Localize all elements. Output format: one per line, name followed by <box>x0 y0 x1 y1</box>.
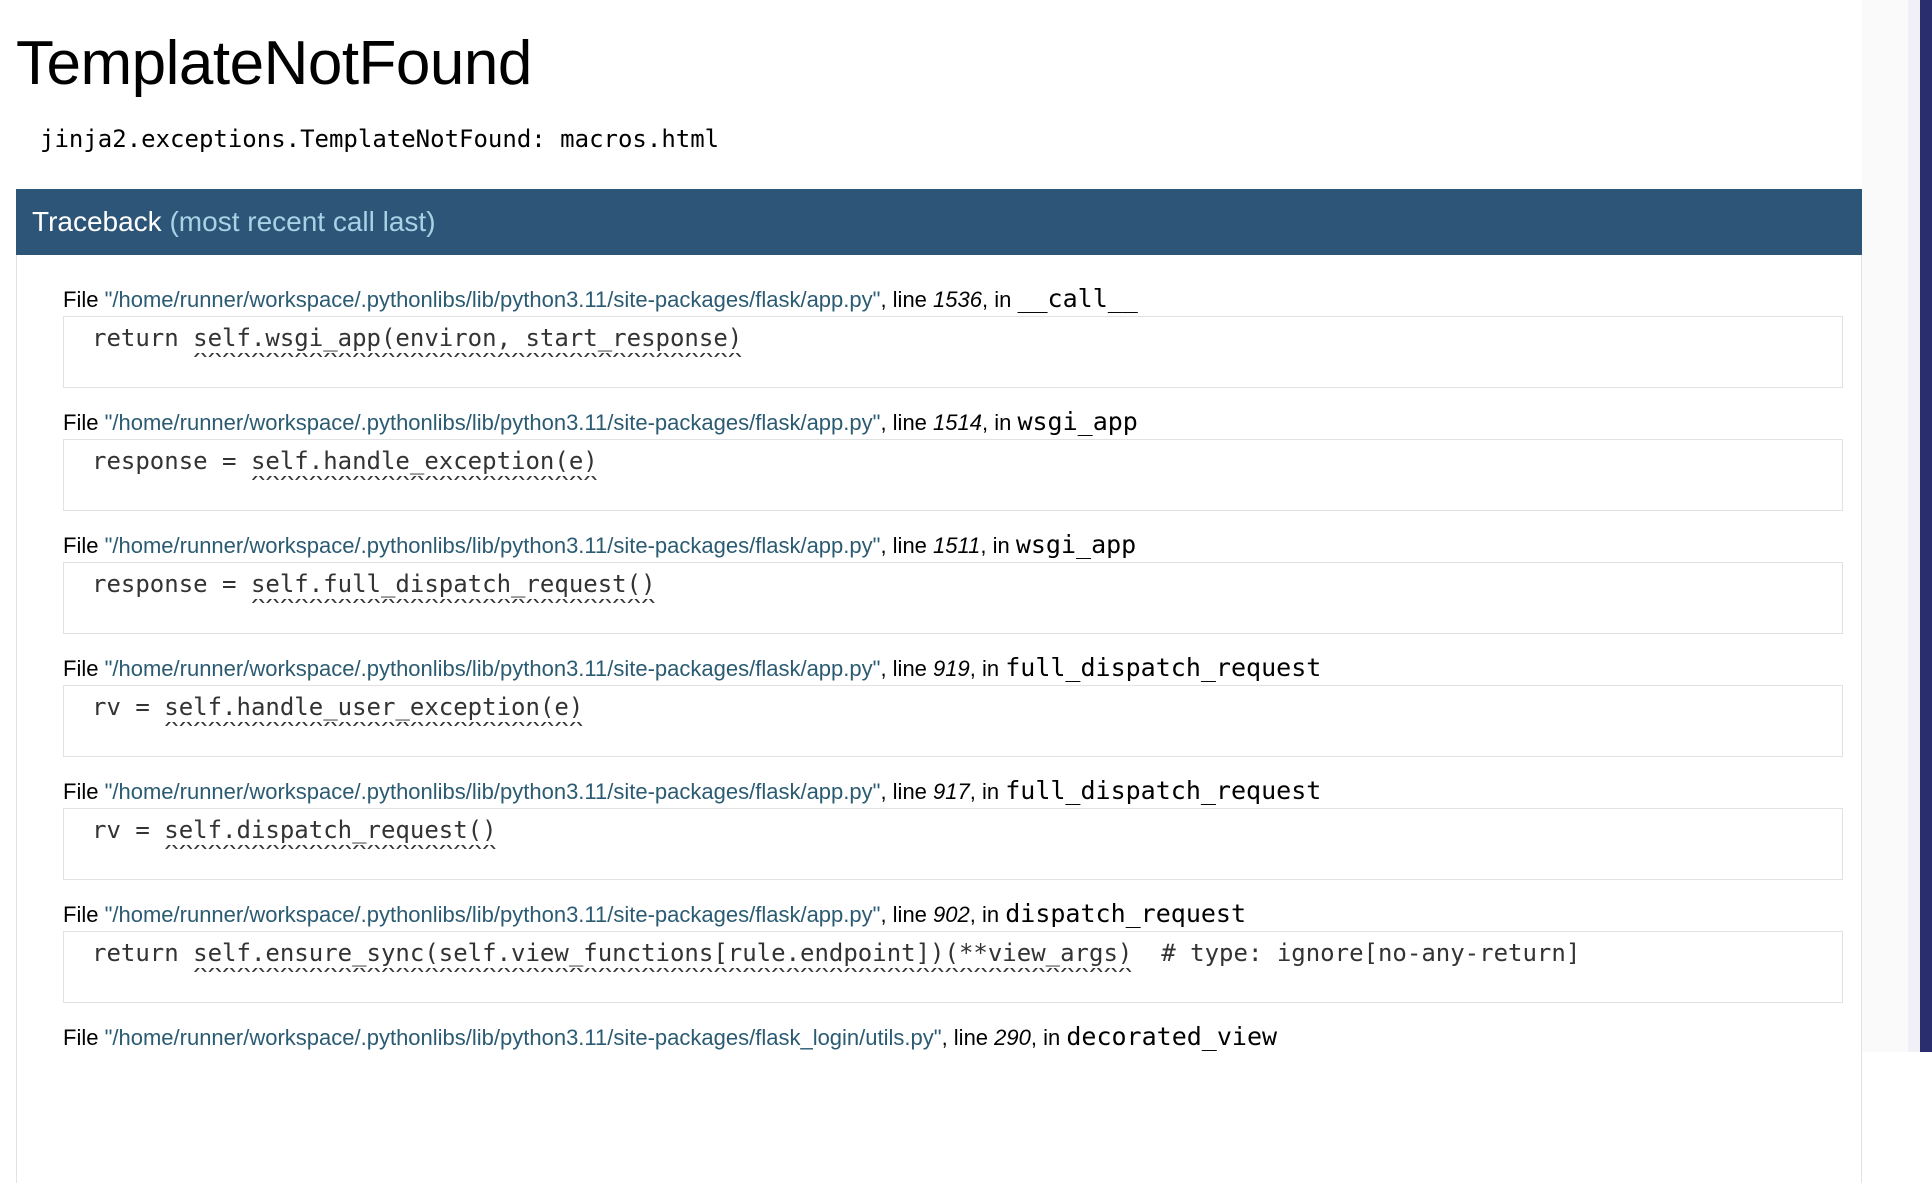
code-snippet[interactable]: return self.wsgi_app(environ, start_resp… <box>63 316 1843 388</box>
in-label: , in <box>969 656 1006 681</box>
file-label: File <box>63 287 105 312</box>
code-carets: ^^^^^^^^^^^^^^^^^^^^^^^^^^^^^^^^^^^^^^^^… <box>92 968 1133 984</box>
code-line: response = self.handle_exception(e) <box>92 447 598 475</box>
in-label: , in <box>980 533 1016 558</box>
window-edge <box>1908 0 1932 1052</box>
traceback-heading: Traceback <box>32 206 162 237</box>
line-number: 919 <box>933 656 970 681</box>
function-name: decorated_view <box>1066 1022 1278 1051</box>
file-path[interactable]: "/home/runner/workspace/.pythonlibs/lib/… <box>105 410 881 435</box>
code-line: rv = self.handle_user_exception(e) <box>92 693 584 721</box>
traceback-body: File "/home/runner/workspace/.pythonlibs… <box>16 255 1862 1183</box>
file-path[interactable]: "/home/runner/workspace/.pythonlibs/lib/… <box>105 656 881 681</box>
file-path[interactable]: "/home/runner/workspace/.pythonlibs/lib/… <box>105 533 881 558</box>
line-label: , line <box>880 656 934 681</box>
file-path[interactable]: "/home/runner/workspace/.pythonlibs/lib/… <box>105 779 881 804</box>
code-snippet[interactable]: return self.ensure_sync(self.view_functi… <box>63 931 1843 1003</box>
file-label: File <box>63 656 105 681</box>
traceback-subheading: (most recent call last) <box>169 206 436 237</box>
code-line: return self.ensure_sync(self.view_functi… <box>92 939 1581 967</box>
frame-location: File "/home/runner/workspace/.pythonlibs… <box>63 406 1843 439</box>
code-snippet[interactable]: rv = self.dispatch_request() ^^^^^^^^^^^… <box>63 808 1843 880</box>
code-snippet[interactable]: response = self.handle_exception(e) ^^^^… <box>63 439 1843 511</box>
line-label: , line <box>941 1025 995 1050</box>
line-number: 1536 <box>933 287 982 312</box>
page-gutter <box>1862 0 1908 1052</box>
code-carets: ^^^^^^^^^^^^^^^^^^^^^^^^ <box>92 476 598 492</box>
error-message: jinja2.exceptions.TemplateNotFound: macr… <box>40 125 720 153</box>
code-snippet[interactable]: response = self.full_dispatch_request() … <box>63 562 1843 634</box>
in-label: , in <box>981 410 1018 435</box>
traceback-frame: File "/home/runner/workspace/.pythonlibs… <box>63 1021 1843 1054</box>
file-label: File <box>63 1025 105 1050</box>
frame-location: File "/home/runner/workspace/.pythonlibs… <box>63 652 1843 685</box>
traceback-header: Traceback (most recent call last) <box>16 189 1862 255</box>
code-snippet[interactable]: rv = self.handle_user_exception(e) ^^^^^… <box>63 685 1843 757</box>
line-number: 290 <box>994 1025 1031 1050</box>
traceback-frame: File "/home/runner/workspace/.pythonlibs… <box>63 652 1843 757</box>
line-label: , line <box>880 533 934 558</box>
in-label: , in <box>969 902 1006 927</box>
line-number: 1511 <box>933 533 981 558</box>
code-line: return self.wsgi_app(environ, start_resp… <box>92 324 743 352</box>
line-number: 1514 <box>933 410 982 435</box>
function-name: full_dispatch_request <box>1005 653 1322 682</box>
code-line: rv = self.dispatch_request() <box>92 816 497 844</box>
frame-location: File "/home/runner/workspace/.pythonlibs… <box>63 775 1843 808</box>
traceback-frame: File "/home/runner/workspace/.pythonlibs… <box>63 898 1843 1003</box>
line-label: , line <box>880 902 934 927</box>
function-name: full_dispatch_request <box>1005 776 1322 805</box>
file-label: File <box>63 533 105 558</box>
file-path[interactable]: "/home/runner/workspace/.pythonlibs/lib/… <box>105 1025 942 1050</box>
page-title: TemplateNotFound <box>16 29 532 98</box>
line-number: 917 <box>933 779 970 804</box>
file-label: File <box>63 902 105 927</box>
frame-location: File "/home/runner/workspace/.pythonlibs… <box>63 529 1843 562</box>
function-name: __call__ <box>1017 284 1138 313</box>
function-name: wsgi_app <box>1015 530 1137 559</box>
file-label: File <box>63 779 105 804</box>
file-path[interactable]: "/home/runner/workspace/.pythonlibs/lib/… <box>105 287 881 312</box>
frame-location: File "/home/runner/workspace/.pythonlibs… <box>63 283 1843 316</box>
in-label: , in <box>969 779 1006 804</box>
function-name: wsgi_app <box>1017 407 1138 436</box>
frame-location: File "/home/runner/workspace/.pythonlibs… <box>63 898 1843 931</box>
error-page: TemplateNotFound jinja2.exceptions.Templ… <box>16 0 1862 1183</box>
code-line: response = self.full_dispatch_request() <box>92 570 656 598</box>
code-carets: ^^^^^^^^^^^^^^^^^^^^^^^ <box>92 845 497 861</box>
traceback-frame: File "/home/runner/workspace/.pythonlibs… <box>63 406 1843 511</box>
traceback-frame: File "/home/runner/workspace/.pythonlibs… <box>63 529 1843 634</box>
in-label: , in <box>981 287 1018 312</box>
function-name: dispatch_request <box>1005 899 1247 928</box>
code-carets: ^^^^^^^^^^^^^^^^^^^^^^^^^^^^^ <box>92 722 584 738</box>
frame-location: File "/home/runner/workspace/.pythonlibs… <box>63 1021 1843 1054</box>
traceback-frame: File "/home/runner/workspace/.pythonlibs… <box>63 775 1843 880</box>
file-label: File <box>63 410 105 435</box>
line-number: 902 <box>933 902 970 927</box>
line-label: , line <box>880 287 934 312</box>
line-label: , line <box>880 410 934 435</box>
in-label: , in <box>1030 1025 1067 1050</box>
code-carets: ^^^^^^^^^^^^^^^^^^^^^^^^^^^^^^^^^^^^^^ <box>92 353 743 369</box>
file-path[interactable]: "/home/runner/workspace/.pythonlibs/lib/… <box>105 902 881 927</box>
traceback-frame: File "/home/runner/workspace/.pythonlibs… <box>63 283 1843 388</box>
line-label: , line <box>880 779 934 804</box>
code-carets: ^^^^^^^^^^^^^^^^^^^^^^^^^^^^ <box>92 599 656 615</box>
